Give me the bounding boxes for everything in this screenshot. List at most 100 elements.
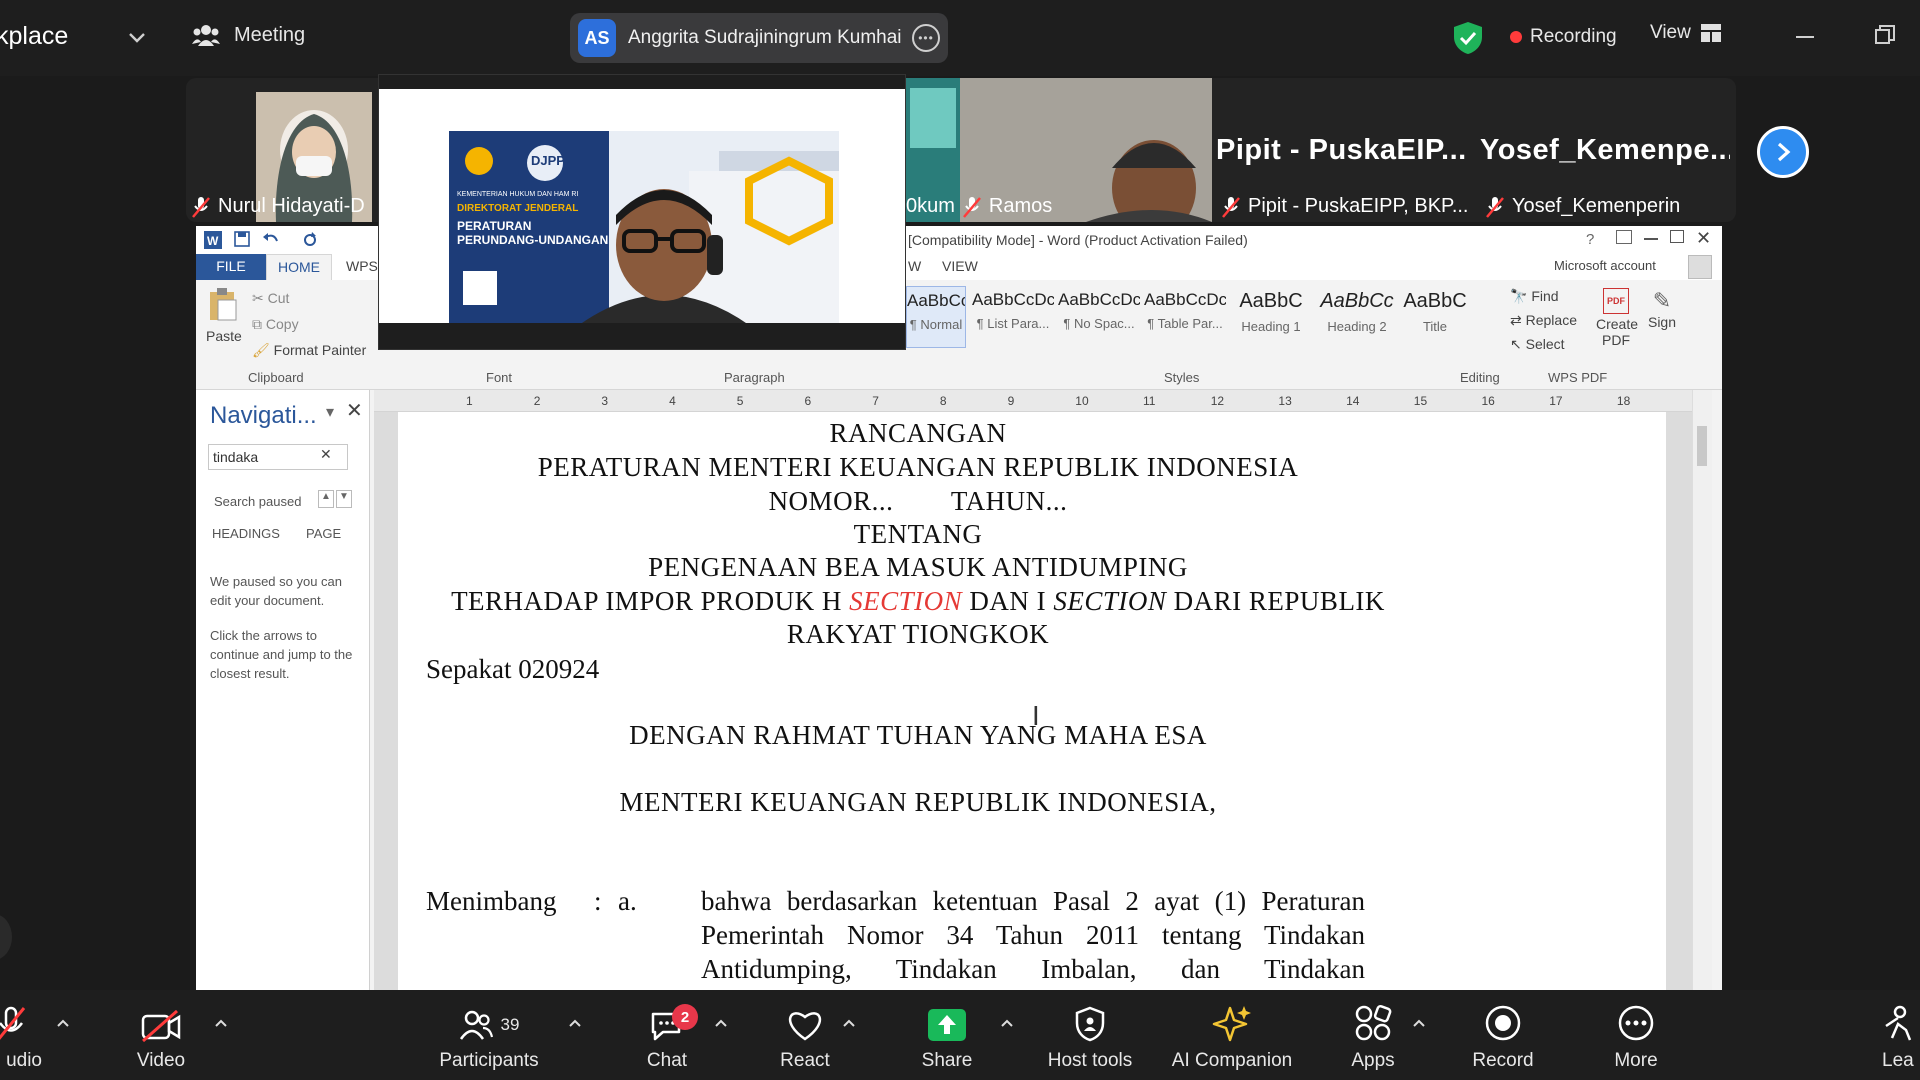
ribbon-display-icon[interactable] bbox=[1616, 230, 1632, 244]
word-restore-icon[interactable] bbox=[1670, 230, 1684, 243]
copy-icon: ⧉ bbox=[252, 316, 266, 332]
more-options-icon[interactable]: ••• bbox=[912, 24, 940, 52]
next-page-button[interactable] bbox=[1757, 126, 1809, 178]
pdf-icon: PDF bbox=[1603, 288, 1629, 314]
style-list-paragraph[interactable]: AaBbCcDc ¶ List Para... bbox=[972, 286, 1054, 348]
shared-screen-thumbnail[interactable]: DJPP KEMENTERIAN HUKUM DAN HAM RI DIREKT… bbox=[378, 74, 906, 350]
vertical-scrollbar[interactable] bbox=[1692, 390, 1712, 990]
styles-group-label: Styles bbox=[1164, 370, 1200, 385]
nav-close-icon[interactable]: ✕ bbox=[346, 398, 363, 423]
format-painter-button[interactable]: 🖌 Format Painter bbox=[252, 342, 366, 359]
tab-w[interactable]: W bbox=[908, 258, 921, 274]
tab-view[interactable]: VIEW bbox=[942, 258, 978, 274]
audio-button[interactable]: udio bbox=[0, 990, 42, 1080]
doc-text: DARI REPUBLIK bbox=[1166, 586, 1385, 616]
clear-search-icon[interactable]: ✕ bbox=[320, 446, 332, 463]
svg-text:W: W bbox=[207, 234, 219, 248]
chevron-up-icon[interactable] bbox=[1412, 1018, 1426, 1028]
participant-tile[interactable]: 0kum Ramos bbox=[906, 78, 1212, 222]
doc-line: PERATURAN MENTERI KEUANGAN REPUBLIK INDO… bbox=[537, 452, 1299, 482]
participant-tile[interactable]: Pipit - PuskaEIP... Pipit - PuskaEIPP, B… bbox=[1216, 78, 1476, 222]
undo-icon[interactable] bbox=[262, 231, 280, 247]
video-button[interactable]: Video bbox=[124, 990, 198, 1080]
chevron-up-icon[interactable] bbox=[714, 1018, 728, 1028]
chevron-down-icon[interactable] bbox=[126, 26, 148, 48]
word-close-icon[interactable]: ✕ bbox=[1696, 228, 1711, 249]
style-normal[interactable]: AaBbCcDc ¶ Normal bbox=[906, 286, 966, 348]
chevron-up-icon[interactable] bbox=[214, 1018, 228, 1028]
account-avatar[interactable] bbox=[1688, 255, 1712, 279]
restore-window-icon[interactable] bbox=[1874, 24, 1896, 46]
more-button[interactable]: More bbox=[1608, 990, 1664, 1080]
host-tools-button[interactable]: Host tools bbox=[1042, 990, 1138, 1080]
mic-muted-icon bbox=[962, 196, 981, 218]
horizontal-ruler[interactable]: 1 2 3 4 5 6 7 8 9 10 11 12 13 14 15 16 17 18 bbox=[374, 390, 1698, 412]
style-table-paragraph[interactable]: AaBbCcDc ¶ Table Par... bbox=[1144, 286, 1226, 348]
ruler-tick-label: 16 bbox=[1481, 394, 1495, 408]
thumb-top-bar bbox=[379, 75, 905, 89]
scroll-thumb[interactable] bbox=[1697, 426, 1707, 466]
create-pdf-button[interactable]: PDF Create PDF bbox=[1596, 288, 1638, 348]
meeting-menu[interactable]: Meeting bbox=[192, 22, 305, 48]
audio-label: udio bbox=[6, 1050, 42, 1071]
replace-button[interactable]: ⇄ Replace bbox=[1510, 312, 1577, 329]
style-heading-1[interactable]: AaBbC Heading 1 bbox=[1230, 286, 1312, 348]
tab-home[interactable]: HOME bbox=[266, 254, 332, 280]
record-button[interactable]: Record bbox=[1472, 990, 1534, 1080]
word-minimize-icon[interactable] bbox=[1644, 238, 1658, 240]
leave-button[interactable]: Lea bbox=[1882, 990, 1920, 1080]
share-button[interactable]: Share bbox=[916, 990, 978, 1080]
save-icon[interactable] bbox=[234, 231, 250, 247]
document-page[interactable]: RANCANGAN PERATURAN MENTERI KEUANGAN REP… bbox=[398, 412, 1666, 990]
chevron-right-icon bbox=[1777, 142, 1791, 162]
heart-icon bbox=[788, 1012, 822, 1041]
ai-companion-button[interactable]: AI Companion bbox=[1170, 990, 1294, 1080]
style-heading-2[interactable]: AaBbCc Heading 2 bbox=[1316, 286, 1398, 348]
recording-indicator[interactable]: Recording bbox=[1496, 17, 1630, 57]
prev-result-icon[interactable]: ▲ bbox=[318, 490, 334, 508]
redo-icon[interactable] bbox=[302, 231, 318, 247]
chevron-up-icon[interactable] bbox=[842, 1018, 856, 1028]
active-speaker-pill[interactable]: AS Anggrita Sudrajiningrum Kumhai ••• bbox=[570, 13, 948, 63]
tab-wps[interactable]: WPS bbox=[346, 258, 378, 274]
slide-text: KEMENTERIAN HUKUM DAN HAM RI bbox=[457, 191, 579, 198]
sign-button[interactable]: ✎ Sign bbox=[1642, 288, 1682, 330]
paste-button[interactable]: Paste bbox=[206, 328, 242, 344]
cut-label: Cut bbox=[267, 290, 290, 306]
cut-button[interactable]: ✂ Cut bbox=[252, 290, 289, 307]
participant-name-row: Yosef_Kemenperin bbox=[1486, 195, 1680, 218]
chevron-up-icon[interactable] bbox=[56, 1018, 70, 1028]
cursor-icon: ↖ bbox=[1510, 336, 1526, 352]
participant-tile[interactable]: Nurul Hidayati-D bbox=[186, 78, 378, 222]
mic-muted-icon bbox=[1222, 196, 1240, 218]
chevron-up-icon[interactable] bbox=[1000, 1018, 1014, 1028]
paste-icon[interactable] bbox=[208, 286, 238, 322]
ruler-tick-label: 9 bbox=[1007, 394, 1015, 408]
thumb-toolbar bbox=[379, 323, 905, 349]
nav-options-icon[interactable]: ▾ bbox=[326, 402, 334, 422]
participants-button[interactable]: 39 Participants bbox=[432, 990, 546, 1080]
tab-pages[interactable]: PAGE bbox=[306, 526, 341, 541]
account-menu[interactable]: Microsoft account bbox=[1554, 258, 1656, 273]
tab-headings[interactable]: HEADINGS bbox=[212, 526, 280, 541]
react-button[interactable]: React bbox=[770, 990, 840, 1080]
participant-tile[interactable]: Yosef_Kemenpe... Yosef_Kemenperin bbox=[1480, 78, 1730, 222]
chevron-up-icon[interactable] bbox=[568, 1018, 582, 1028]
minimize-icon[interactable] bbox=[1796, 36, 1814, 38]
app-title: kplace bbox=[0, 22, 69, 50]
find-button[interactable]: 🔭 Find bbox=[1510, 288, 1559, 305]
apps-button[interactable]: Apps bbox=[1348, 990, 1398, 1080]
style-no-spacing[interactable]: AaBbCcDc ¶ No Spac... bbox=[1058, 286, 1140, 348]
view-button[interactable]: View bbox=[1650, 22, 1721, 44]
select-button[interactable]: ↖ Select bbox=[1510, 336, 1565, 353]
style-title[interactable]: AaBbC Title bbox=[1400, 286, 1470, 348]
floating-handle[interactable] bbox=[0, 914, 12, 960]
doc-line: DENGAN RAHMAT TUHAN YANG MAHA ESA bbox=[629, 720, 1207, 750]
next-result-icon[interactable]: ▼ bbox=[336, 490, 352, 508]
copy-button[interactable]: ⧉ Copy bbox=[252, 316, 299, 333]
help-icon[interactable]: ? bbox=[1586, 231, 1594, 248]
security-shield-icon[interactable] bbox=[1452, 21, 1484, 55]
chat-button[interactable]: Chat bbox=[636, 990, 698, 1080]
sign-pen-icon: ✎ bbox=[1652, 288, 1672, 313]
tab-file[interactable]: FILE bbox=[196, 254, 266, 280]
